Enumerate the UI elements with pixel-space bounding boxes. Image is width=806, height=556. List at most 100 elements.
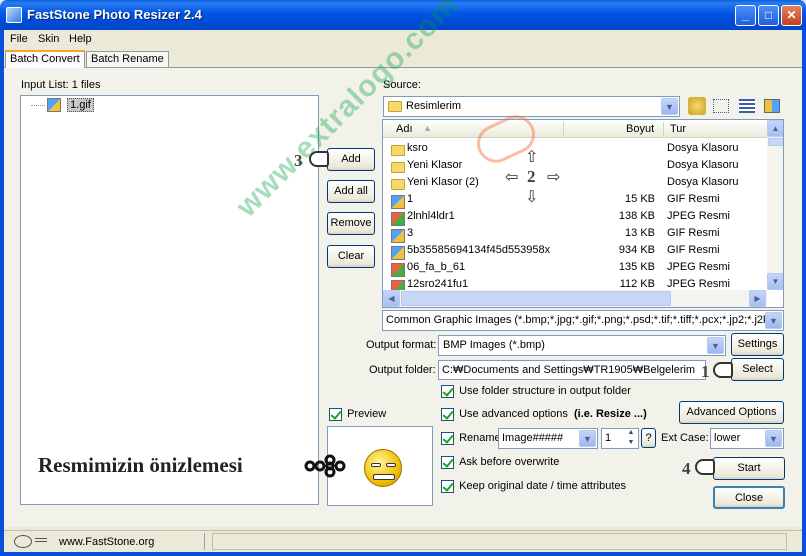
thumbnails-view-icon[interactable] [764,99,780,113]
checkbox-checked-icon[interactable] [441,480,454,493]
use-advanced-label: Use advanced options [459,408,568,421]
preview-option[interactable]: Preview [329,408,386,421]
stepper-up-icon[interactable]: ▲ [624,429,638,438]
website-link[interactable]: www.FastStone.org [59,536,154,548]
pointing-hand-icon [309,151,329,170]
status-panel [212,533,787,550]
settings-button[interactable]: Settings [731,333,784,356]
preview-caption: Resmimizin önizlemesi [38,453,243,477]
chevron-down-icon[interactable]: ▼ [661,98,678,115]
checkbox-checked-icon[interactable] [441,408,454,421]
step-2-number: 2 [527,167,536,186]
file-type: JPEG Resmi [667,278,730,290]
chevron-down-icon[interactable]: ▼ [579,430,596,447]
ext-case-label: Ext Case: [661,432,709,444]
column-size[interactable]: Boyut [626,123,654,135]
output-format-combo[interactable]: BMP Images (*.bmp) ▼ [438,335,726,356]
column-name[interactable]: Adı [396,123,413,135]
checkbox-checked-icon[interactable] [441,385,454,398]
select-button[interactable]: Select [731,358,784,381]
rename-help-button[interactable]: ? [641,428,656,448]
folder-up-icon[interactable] [688,97,706,115]
use-advanced-hint: (i.e. Resize ...) [573,408,647,421]
horizontal-scrollbar[interactable]: ◀ ▶ [383,290,767,307]
tab-batch-rename[interactable]: Batch Rename [86,51,169,67]
scroll-up-icon[interactable]: ▲ [767,120,783,137]
file-name: 3 [407,227,414,239]
status-bar: www.FastStone.org [4,530,802,552]
output-folder-value: C:₩Documents and Settings₩TR1905₩Belgele… [442,364,696,376]
file-name: Yeni Klasor (2) [407,176,479,188]
file-row[interactable]: 1 15 KB GIF Resmi [383,191,767,209]
vertical-scrollbar[interactable]: ▲ ▼ [767,120,783,290]
h-scroll-thumb[interactable] [401,291,671,306]
ext-case-combo[interactable]: lower ▼ [710,428,784,449]
minimize-button[interactable]: _ [735,5,756,26]
arrow-down-icon: ⇩ [525,189,539,206]
clear-button[interactable]: Clear [327,245,375,268]
ext-case-value: lower [714,432,741,444]
ask-overwrite-option[interactable]: Ask before overwrite [441,456,559,469]
source-file-list[interactable]: Adı ▲ Boyut Tur ksro Dosya Klasoru Yeni Kl… [382,119,784,308]
scroll-left-icon[interactable]: ◀ [383,290,400,307]
menu-file[interactable]: File [10,33,28,45]
file-row[interactable]: 2lnhl4ldr1 138 KB JPEG Resmi [383,208,767,226]
add-all-button[interactable]: Add all [327,180,375,203]
advanced-options-button[interactable]: Advanced Options [679,401,784,424]
close-button[interactable]: Close [713,486,785,509]
chevron-down-icon[interactable]: ▼ [765,430,782,447]
details-view-icon[interactable] [739,99,755,113]
rename-pattern-combo[interactable]: Image##### ▼ [498,428,598,449]
file-size: 138 KB [618,210,655,222]
column-type[interactable]: Tur [670,123,686,135]
scroll-thumb[interactable] [768,138,783,146]
folder-icon [388,100,402,112]
stepper-down-icon[interactable]: ▼ [624,439,638,448]
pointing-hand-icon [713,362,733,381]
checkbox-checked-icon[interactable] [441,432,454,445]
maximize-button[interactable]: □ [758,5,779,26]
jpg-file-icon [391,210,405,226]
smiley-preview-image [364,449,402,487]
scroll-down-icon[interactable]: ▼ [767,273,783,290]
menu-skin[interactable]: Skin [38,33,59,45]
checkbox-checked-icon[interactable] [441,456,454,469]
folder-icon [391,176,405,190]
scroll-right-icon[interactable]: ▶ [749,290,766,307]
start-button[interactable]: Start [713,457,785,480]
keep-date-label: Keep original date / time attributes [459,480,626,493]
tab-batch-convert[interactable]: Batch Convert [5,50,85,68]
file-size: 15 KB [625,193,655,205]
file-row[interactable]: ksro Dosya Klasoru [383,140,767,157]
file-type-filter[interactable]: Common Graphic Images (*.bmp;*.jpg;*.gif… [382,310,784,331]
keep-date-option[interactable]: Keep original date / time attributes [441,480,626,493]
remove-button[interactable]: Remove [327,212,375,235]
checkbox-checked-icon[interactable] [329,408,342,421]
file-name: 2lnhl4ldr1 [407,210,455,222]
file-type: JPEG Resmi [667,210,730,222]
close-window-button[interactable]: ✕ [781,5,802,26]
menu-help[interactable]: Help [69,33,92,45]
gif-file-icon [47,98,61,112]
source-folder-combo[interactable]: Resimlerim ▼ [383,96,680,117]
file-list-header: Adı ▲ Boyut Tur [383,120,767,138]
input-list-item[interactable]: 1.gif [47,98,94,112]
output-folder-input[interactable]: C:₩Documents and Settings₩TR1905₩Belgele… [438,360,706,380]
file-row[interactable]: Yeni Klasor (2) Dosya Klasoru [383,174,767,191]
file-row[interactable]: 3 13 KB GIF Resmi [383,225,767,243]
rename-option[interactable]: Rename [441,432,501,445]
add-button[interactable]: Add [327,148,375,171]
list-view-icon[interactable] [713,99,729,113]
file-name: Yeni Klasor [407,159,463,171]
file-row[interactable]: 5b35585694134f45d553958x 934 KB GIF Resmi [383,242,767,260]
rename-start-stepper[interactable]: 1 ▲ ▼ [601,428,639,449]
input-list-item-label: 1.gif [67,98,94,112]
chevron-down-icon[interactable]: ▼ [765,312,782,329]
use-folder-structure-option[interactable]: Use folder structure in output folder [441,385,631,398]
chevron-down-icon[interactable]: ▼ [707,337,724,354]
file-row[interactable]: Yeni Klasor Dosya Klasoru [383,157,767,174]
file-row[interactable]: 06_fa_b_61 135 KB JPEG Resmi [383,259,767,277]
use-advanced-option[interactable]: Use advanced options (i.e. Resize ...) [441,408,647,421]
chain-arrow-icon [303,451,349,481]
pointing-hand-icon [695,459,715,478]
